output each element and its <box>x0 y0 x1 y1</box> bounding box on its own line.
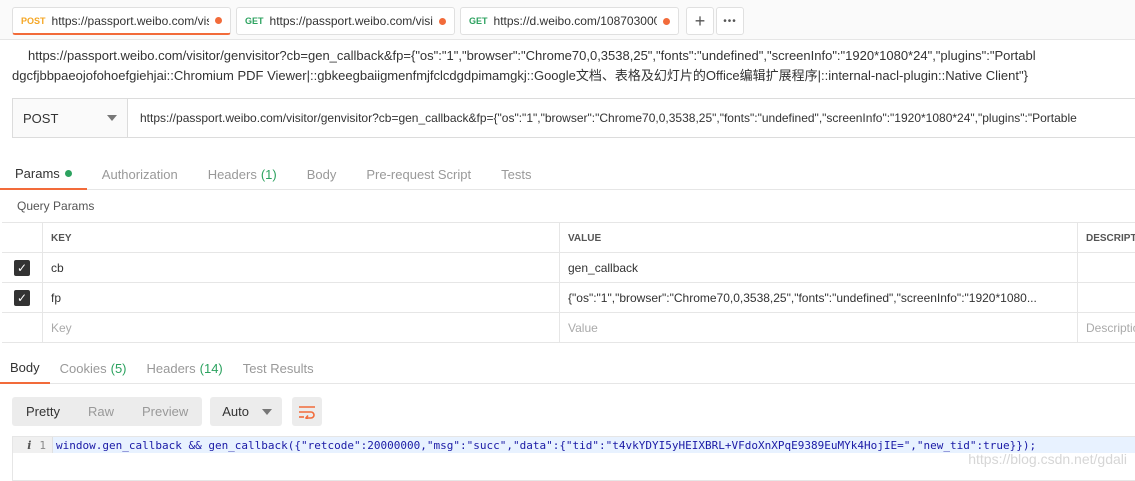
tab-response-body[interactable]: Body <box>0 352 50 384</box>
more-tabs-button[interactable]: ••• <box>716 7 744 35</box>
tab-authorization-label: Authorization <box>101 166 178 182</box>
table-row-new: Key Value Descriptio <box>2 313 1135 343</box>
line-gutter: i 1 <box>13 437 53 453</box>
method-select[interactable]: POST <box>13 99 128 137</box>
request-name-line-2: dgcfjbbpaeojofohoefgiehjai::Chromium PDF… <box>12 68 1028 83</box>
info-icon: i <box>27 438 32 452</box>
tab-test-results-label: Test Results <box>242 360 314 376</box>
tab-headers-label: Headers <box>207 166 257 182</box>
request-tab-bar: POST https://passport.weibo.com/vis GET … <box>0 0 1135 40</box>
request-name[interactable]: https://passport.weibo.com/visitor/genvi… <box>12 46 1135 86</box>
tab-method: GET <box>469 16 488 26</box>
new-tab-button[interactable]: + <box>686 7 714 35</box>
new-key-input[interactable]: Key <box>43 313 560 343</box>
tab-params[interactable]: Params <box>0 158 87 190</box>
watermark: https://blog.csdn.net/gdali <box>968 451 1127 467</box>
tab-test-results[interactable]: Test Results <box>233 352 324 384</box>
unsaved-dot-icon <box>215 17 222 24</box>
tab-response-headers-label: Headers <box>146 360 196 376</box>
response-section-tabs: Body Cookies (5) Headers (14) Test Resul… <box>0 352 1135 384</box>
raw-button[interactable]: Raw <box>74 397 128 426</box>
tab-authorization[interactable]: Authorization <box>87 158 193 190</box>
url-input[interactable]: https://passport.weibo.com/visitor/genvi… <box>128 99 1135 137</box>
request-section-tabs: Params Authorization Headers (1) Body Pr… <box>0 158 1135 190</box>
url-bar: POST https://passport.weibo.com/visitor/… <box>12 98 1135 138</box>
active-dot-icon <box>64 169 72 177</box>
code-line: i 1 window.gen_callback && gen_callback(… <box>13 437 1135 453</box>
view-mode-group: Pretty Raw Preview <box>12 397 203 426</box>
row-checkbox-cell <box>2 313 43 343</box>
table-row: ✓ fp {"os":"1","browser":"Chrome70,0,353… <box>2 283 1135 313</box>
caret-down-icon <box>262 408 273 415</box>
tab-tests[interactable]: Tests <box>486 158 546 190</box>
pretty-button[interactable]: Pretty <box>12 397 74 426</box>
response-body-editor[interactable]: i 1 window.gen_callback && gen_callback(… <box>12 436 1135 481</box>
param-description[interactable] <box>1078 283 1135 313</box>
format-label: Auto <box>222 404 249 419</box>
tab-prerequest-script[interactable]: Pre-request Script <box>351 158 486 190</box>
preview-button[interactable]: Preview <box>128 397 202 426</box>
row-checkbox-cell: ✓ <box>2 283 43 313</box>
tab-body-label: Body <box>306 166 337 182</box>
headers-count: (1) <box>260 166 277 182</box>
tab-prerequest-label: Pre-request Script <box>366 166 472 182</box>
tab-cookies[interactable]: Cookies (5) <box>50 352 137 384</box>
unsaved-dot-icon <box>663 17 670 25</box>
tab-method: GET <box>245 16 264 26</box>
line-number: 1 <box>39 438 46 452</box>
tab-params-label: Params <box>15 165 60 181</box>
query-params-table: KEY VALUE DESCRIPTIO ✓ cb gen_callback ✓… <box>2 222 1135 343</box>
param-key[interactable]: cb <box>43 253 560 283</box>
row-checkbox-cell: ✓ <box>2 253 43 283</box>
wrap-lines-button[interactable] <box>292 397 323 426</box>
table-header-row: KEY VALUE DESCRIPTIO <box>2 223 1135 253</box>
tab-body[interactable]: Body <box>292 158 352 190</box>
header-checkbox-cell <box>2 223 43 253</box>
tab-headers[interactable]: Headers (1) <box>193 158 292 190</box>
unsaved-dot-icon <box>439 17 446 25</box>
caret-down-icon <box>107 115 117 121</box>
response-code: window.gen_callback && gen_callback({"re… <box>56 438 1037 452</box>
tab-response-body-label: Body <box>10 359 40 375</box>
new-value-input[interactable]: Value <box>560 313 1078 343</box>
request-tab-3[interactable]: GET https://d.weibo.com/108703000; <box>460 7 679 35</box>
more-icon: ••• <box>723 15 737 27</box>
tab-cookies-label: Cookies <box>59 360 107 376</box>
tab-url: https://d.weibo.com/108703000; <box>493 14 657 28</box>
checkbox-checked-icon[interactable]: ✓ <box>14 260 30 276</box>
query-params-label: Query Params <box>17 199 95 213</box>
tab-response-headers[interactable]: Headers (14) <box>137 352 233 384</box>
checkbox-checked-icon[interactable]: ✓ <box>14 290 30 306</box>
column-description: DESCRIPTIO <box>1086 232 1135 244</box>
param-value[interactable]: {"os":"1","browser":"Chrome70,0,3538,25"… <box>560 283 1078 313</box>
param-description[interactable] <box>1078 253 1135 283</box>
column-key: KEY <box>43 223 560 253</box>
param-key[interactable]: fp <box>43 283 560 313</box>
request-tab-2[interactable]: GET https://passport.weibo.com/visit <box>236 7 455 35</box>
response-toolbar: Pretty Raw Preview Auto <box>12 397 323 426</box>
tab-url: https://passport.weibo.com/visit <box>269 14 433 28</box>
cookies-count: (5) <box>110 360 127 376</box>
new-description-input[interactable]: Descriptio <box>1078 313 1135 343</box>
response-headers-count: (14) <box>199 360 223 376</box>
request-name-line-1: https://passport.weibo.com/visitor/genvi… <box>28 48 1036 63</box>
wrap-lines-icon <box>299 405 316 419</box>
request-tab-1[interactable]: POST https://passport.weibo.com/vis <box>12 7 231 35</box>
tab-url: https://passport.weibo.com/vis <box>51 13 209 28</box>
tab-method: POST <box>21 15 46 26</box>
tab-tests-label: Tests <box>501 166 532 182</box>
method-label: POST <box>23 110 59 126</box>
column-value: VALUE <box>560 223 1078 253</box>
param-value[interactable]: gen_callback <box>560 253 1078 283</box>
plus-icon: + <box>694 10 706 31</box>
format-select[interactable]: Auto <box>210 397 283 426</box>
table-row: ✓ cb gen_callback <box>2 253 1135 283</box>
